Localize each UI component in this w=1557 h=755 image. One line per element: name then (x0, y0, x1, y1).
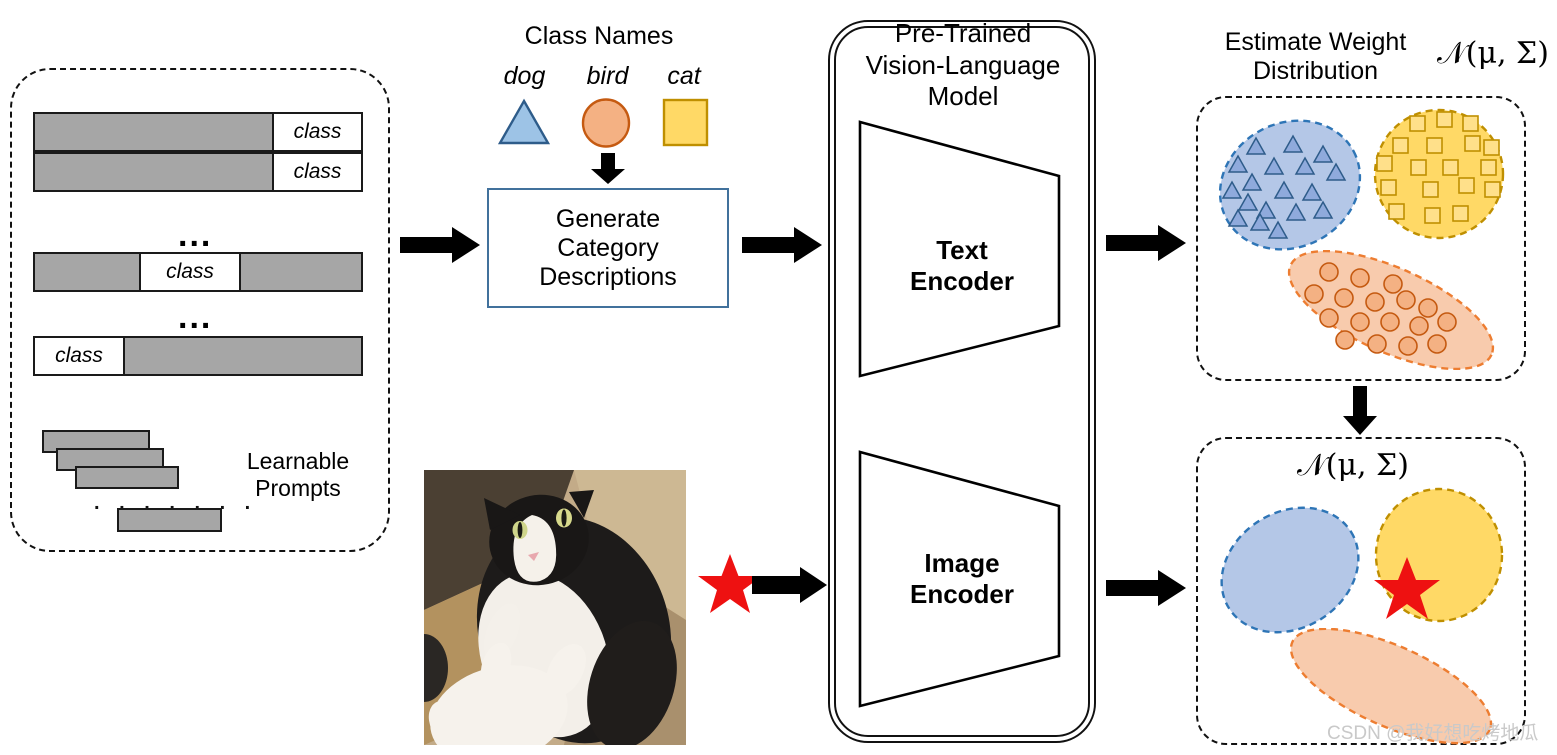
learnable-prompts-label-line1: Learnable (246, 448, 350, 474)
prompt-class-slot: class (272, 154, 361, 190)
text-encoder-label-line2: Encoder (909, 266, 1015, 297)
vlm-title-line2: Vision-Language (865, 49, 1061, 80)
class-names-header: Class Names (524, 22, 674, 50)
dog-triangle-icon (498, 98, 551, 145)
arrow-top-distribution-to-bottom (1343, 386, 1377, 435)
prompt-class-slot: class (272, 114, 361, 150)
gaussian-formula-top: 𝒩(μ, Σ) (1437, 36, 1549, 71)
arrow-text-encoder-to-distribution (1106, 225, 1186, 261)
image-encoder-label-line2: Encoder (909, 579, 1015, 610)
image-encoder-label-line1: Image (924, 548, 1000, 578)
cluster-dog-triangles (1218, 119, 1362, 251)
learnable-prompt-bar (117, 508, 222, 532)
estimate-weight-distribution-header: Estimate Weight Distribution (1198, 28, 1433, 86)
class-name-dog: dog (503, 62, 546, 90)
cat-square-icon (662, 98, 709, 147)
prompt-token-block (35, 154, 272, 190)
prompt-token-block (35, 254, 139, 290)
generate-box-line1: Generate (555, 204, 661, 233)
class-name-cat: cat (667, 62, 701, 90)
arrow-image-to-vlm (752, 567, 827, 603)
vlm-title-line3: Model (927, 81, 999, 112)
query-star-in-distribution (1374, 557, 1440, 619)
generate-category-descriptions-box: Generate Category Descriptions (487, 188, 729, 308)
cluster-cat-squares (1373, 108, 1505, 240)
bird-circle-icon (581, 98, 631, 148)
input-image-cat-photo (424, 470, 686, 745)
text-encoder-label: Text Encoder (862, 235, 1062, 297)
estimate-header-line2: Distribution (1252, 56, 1379, 85)
image-encoder-label: Image Encoder (862, 548, 1062, 610)
gaussian-formula-bottom: 𝒩(μ, Σ) (1297, 448, 1409, 483)
ellipsis-2: ... (178, 298, 213, 336)
learnable-prompts-label-line2: Prompts (255, 475, 341, 502)
vlm-title: Pre-Trained Vision-Language Model (838, 18, 1088, 113)
prompt-token-block (35, 114, 272, 150)
prompt-token-block (125, 338, 361, 374)
arrow-image-encoder-to-distribution (1106, 570, 1186, 606)
generate-box-line2: Category (557, 233, 659, 262)
prompt-token-block (241, 254, 361, 290)
generate-box-line3: Descriptions (539, 262, 677, 291)
learnable-prompt-bar (75, 466, 179, 489)
prompt-row: class (33, 336, 363, 376)
cluster-bird-circles (1287, 250, 1495, 370)
watermark: CSDN @我好想吃烤地瓜 (1327, 723, 1539, 744)
prompt-row: class (33, 252, 363, 292)
arrow-generate-to-vlm (742, 227, 822, 263)
arrow-prompts-to-generate (400, 227, 480, 263)
learnable-prompts-label: Learnable Prompts (228, 448, 368, 502)
posterior-cluster-dog (1220, 506, 1360, 634)
arrow-classes-to-generate (591, 153, 625, 184)
text-encoder-label-line1: Text (936, 235, 988, 265)
class-name-bird: bird (586, 62, 629, 90)
vlm-title-line1: Pre-Trained (894, 18, 1032, 48)
estimate-header-line1: Estimate Weight (1224, 28, 1407, 56)
prompt-class-slot: class (35, 338, 125, 374)
prompt-row: class (33, 112, 363, 152)
prompt-class-slot: class (139, 254, 241, 290)
prompt-row: class (33, 152, 363, 192)
ellipsis-1: ... (178, 216, 213, 254)
